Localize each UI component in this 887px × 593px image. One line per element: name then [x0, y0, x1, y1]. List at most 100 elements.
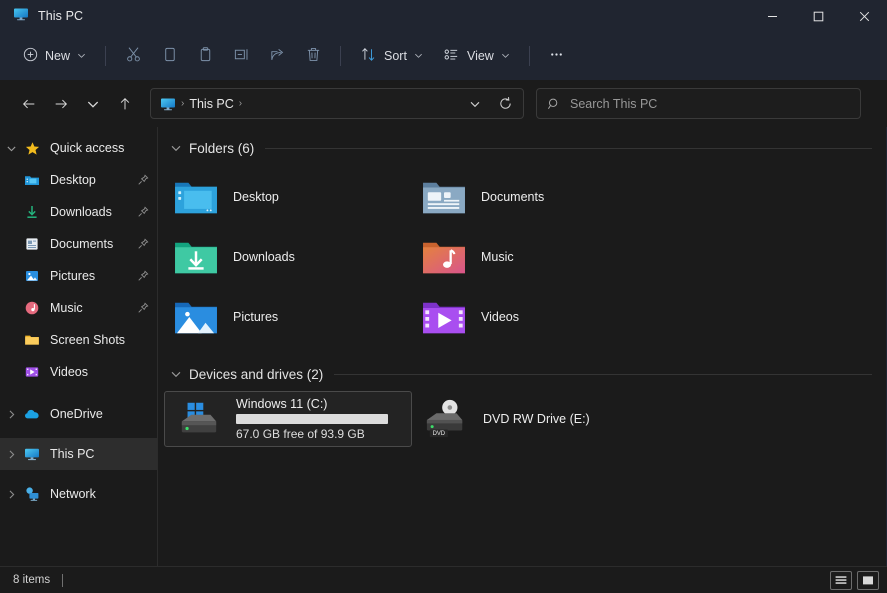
chevron-right-icon[interactable]: [0, 449, 22, 460]
see-more-button[interactable]: [539, 40, 575, 72]
sidebar-item-quick-access[interactable]: Quick access: [0, 132, 157, 164]
navigation-pane: Quick access Desktop Downloads Documents…: [0, 127, 158, 566]
view-button[interactable]: View: [433, 40, 520, 72]
drive-capacity-bar: [236, 414, 388, 424]
sidebar-item-documents[interactable]: Documents: [0, 228, 157, 260]
chevron-down-icon[interactable]: [0, 143, 22, 154]
folder-item-label: Desktop: [233, 190, 279, 204]
folder-item-documents[interactable]: Documents: [412, 167, 660, 227]
drive-name: Windows 11 (C:): [236, 397, 328, 411]
delete-button[interactable]: [295, 40, 331, 72]
minimize-button[interactable]: [749, 0, 795, 32]
pin-icon[interactable]: [137, 238, 149, 250]
documents-folder-icon: [420, 177, 468, 217]
sidebar-item-videos[interactable]: Videos: [0, 356, 157, 388]
drive-info: Windows 11 (C:) 67.0 GB free of 93.9 GB: [236, 397, 403, 441]
chevron-right-icon[interactable]: [0, 489, 22, 500]
folder-item-videos[interactable]: Videos: [412, 287, 660, 347]
group-header-devices-and-drives[interactable]: Devices and drives (2): [158, 361, 886, 387]
file-list-view[interactable]: Folders (6) Desktop Documents Downloads …: [158, 127, 887, 566]
pin-icon[interactable]: [137, 302, 149, 314]
folder-item-label: Documents: [481, 190, 545, 204]
sidebar-item-label: Quick access: [50, 141, 125, 155]
clipboard-icon: [197, 46, 214, 66]
address-bar[interactable]: › This PC ›: [150, 88, 524, 119]
sidebar-item-network[interactable]: Network: [0, 478, 157, 510]
sidebar-item-label: Desktop: [50, 173, 96, 187]
folder-item-pictures[interactable]: Pictures: [164, 287, 412, 347]
sidebar-item-downloads[interactable]: Downloads: [0, 196, 157, 228]
view-button-label: View: [466, 49, 494, 63]
downloads-folder-icon: [22, 204, 42, 220]
toolbar-divider: [105, 46, 107, 66]
network-icon: [22, 486, 42, 502]
cut-button[interactable]: [115, 40, 151, 72]
rename-button[interactable]: [223, 40, 259, 72]
recent-locations-button[interactable]: [77, 88, 109, 120]
documents-folder-icon: [22, 236, 42, 252]
pin-icon[interactable]: [137, 206, 149, 218]
large-icons-view-button[interactable]: [857, 570, 879, 590]
folder-item-desktop[interactable]: Desktop: [164, 167, 412, 227]
copy-button[interactable]: [151, 40, 187, 72]
sidebar-item-this-pc[interactable]: This PC: [0, 438, 157, 470]
drive-item-dvd-rw-e[interactable]: DVD DVD RW Drive (E:): [412, 391, 660, 447]
sidebar-item-label: Videos: [50, 365, 88, 379]
plus-circle-icon: [23, 47, 38, 65]
group-title: Folders (6): [189, 140, 255, 156]
details-view-button[interactable]: [830, 570, 852, 590]
window-controls: [749, 0, 887, 32]
up-button[interactable]: [109, 88, 141, 120]
view-icon: [443, 46, 460, 66]
search-icon: [547, 97, 561, 111]
sidebar-item-label: Downloads: [50, 205, 112, 219]
share-button[interactable]: [259, 40, 295, 72]
sidebar-item-onedrive[interactable]: OneDrive: [0, 398, 157, 430]
pin-icon[interactable]: [137, 270, 149, 282]
close-button[interactable]: [841, 0, 887, 32]
refresh-button[interactable]: [491, 90, 519, 117]
this-pc-icon: [22, 446, 42, 462]
music-folder-icon: [22, 300, 42, 316]
sidebar-item-desktop[interactable]: Desktop: [0, 164, 157, 196]
copy-icon: [161, 46, 178, 66]
status-divider: [62, 573, 64, 587]
chevron-down-icon[interactable]: [170, 142, 182, 154]
new-button[interactable]: New: [13, 40, 96, 72]
search-box[interactable]: Search This PC: [536, 88, 861, 119]
this-pc-icon: [13, 6, 29, 27]
drives-grid: Windows 11 (C:) 67.0 GB free of 93.9 GB: [158, 387, 886, 447]
sort-icon: [360, 46, 377, 66]
sidebar-item-screen-shots[interactable]: Screen Shots: [0, 324, 157, 356]
new-button-label: New: [45, 49, 71, 63]
sidebar-item-label: Documents: [50, 237, 114, 251]
folder-item-downloads[interactable]: Downloads: [164, 227, 412, 287]
sidebar-item-pictures[interactable]: Pictures: [0, 260, 157, 292]
search-input[interactable]: Search This PC: [570, 97, 657, 111]
title-bar-left: This PC: [0, 6, 83, 27]
breadcrumb-separator[interactable]: ›: [239, 98, 242, 109]
sidebar-item-music[interactable]: Music: [0, 292, 157, 324]
chevron-down-icon: [77, 49, 86, 63]
maximize-button[interactable]: [795, 0, 841, 32]
scissors-icon: [125, 46, 142, 66]
breadcrumb-item-this-pc[interactable]: This PC: [189, 97, 233, 111]
back-button[interactable]: [13, 88, 45, 120]
file-explorer-window: This PC New Sort View › This PC › Search…: [0, 0, 887, 593]
chevron-right-icon[interactable]: [0, 409, 22, 420]
chevron-down-icon[interactable]: [170, 368, 182, 380]
sort-button-label: Sort: [384, 49, 407, 63]
drive-item-windows-c[interactable]: Windows 11 (C:) 67.0 GB free of 93.9 GB: [164, 391, 412, 447]
sort-button[interactable]: Sort: [350, 40, 433, 72]
item-count-label: 8 items: [13, 574, 51, 586]
paste-button[interactable]: [187, 40, 223, 72]
group-header-folders[interactable]: Folders (6): [158, 135, 886, 161]
folder-item-music[interactable]: Music: [412, 227, 660, 287]
previous-locations-button[interactable]: [461, 90, 489, 117]
ellipsis-icon: [548, 46, 565, 66]
forward-button[interactable]: [45, 88, 77, 120]
star-icon: [22, 141, 42, 156]
toolbar-divider: [340, 46, 342, 66]
pin-icon[interactable]: [137, 174, 149, 186]
status-bar: 8 items: [0, 566, 887, 593]
